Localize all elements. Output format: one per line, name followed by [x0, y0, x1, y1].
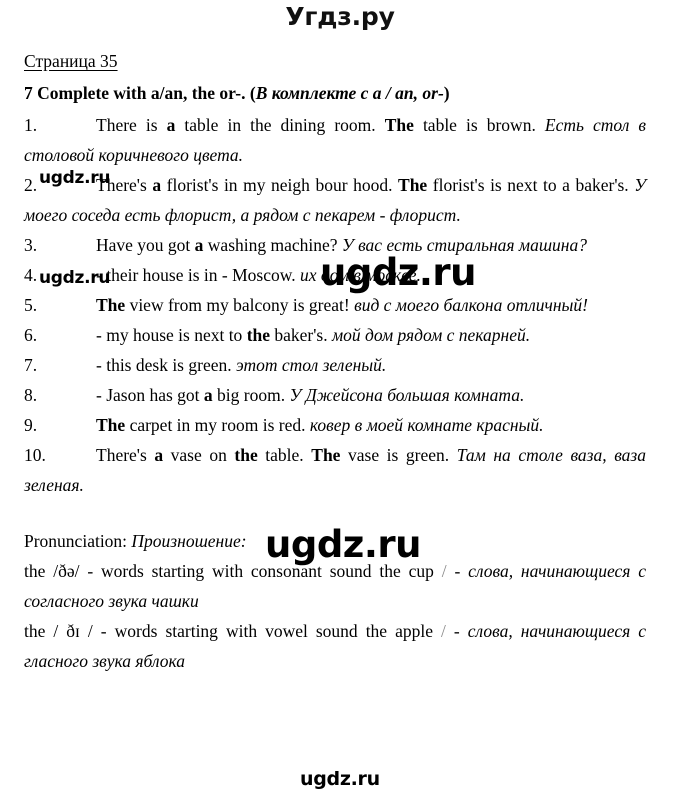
item-text-en: florist's is next to a baker's.	[427, 175, 635, 195]
worksheet-page: Угдз.ру Страница 35 7 Complete with a/an…	[0, 0, 680, 804]
item-text-en: baker's.	[270, 325, 332, 345]
task-title: 7 Complete with a/an, the or-. (В компле…	[24, 81, 646, 105]
item-answer: the	[246, 325, 271, 345]
exercise-item: 8. - Jason has got a big room. У Джейсона…	[24, 380, 646, 410]
item-translation-ru: этот стол зеленый.	[235, 355, 387, 375]
item-text-en: There's	[96, 175, 153, 195]
exercise-item: 10. There's a vase on the table. The vase…	[24, 440, 646, 500]
item-answer: The	[384, 115, 414, 135]
item-text-en: vase is green.	[340, 445, 457, 465]
exercise-item: 6. - my house is next to the baker's. мой…	[24, 320, 646, 350]
exercise-item: 3. Have you got a washing machine? У вас …	[24, 230, 646, 260]
item-text-en: big room.	[212, 385, 290, 405]
page-content: Страница 35 7 Complete with a/an, the or…	[24, 50, 646, 676]
site-logo: Угдз.ру	[285, 2, 395, 31]
pron-dash: -	[446, 561, 469, 581]
pronunciation-heading: Pronunciation: Произношение:	[24, 526, 646, 556]
item-text-en: Have you got	[96, 235, 195, 255]
item-text-en: view from my balcony is great!	[125, 295, 355, 315]
item-text-en: florist's in my neigh bour hood.	[161, 175, 399, 195]
pron-text-en: - words starting with consonant sound th…	[79, 561, 442, 581]
item-translation-ru: вид с моего балкона отличный!	[354, 295, 588, 315]
exercise-item: 4. - their house is in - Moscow. их дом в…	[24, 260, 646, 290]
item-translation-ru: их дом в москве.	[299, 265, 421, 285]
item-translation-ru: У Джейсона большая комната.	[289, 385, 525, 405]
item-translation-ru: мой дом рядом с пекарней.	[331, 325, 531, 345]
item-text-en: carpet in my room is red.	[125, 415, 310, 435]
item-answer: a	[152, 175, 162, 195]
item-text-en: - my house is next to	[96, 325, 247, 345]
item-text-en: table is brown.	[413, 115, 545, 135]
item-number: 9.	[24, 415, 38, 435]
item-text-en: - Jason has got	[96, 385, 204, 405]
item-number: 4.	[24, 265, 38, 285]
pron-text-en: the	[24, 561, 54, 581]
item-text-en: - their house is in - Moscow.	[96, 265, 300, 285]
item-answer: a	[154, 445, 164, 465]
item-number: 2.	[24, 175, 38, 195]
exercise-item: 1. There is a table in the dining room. T…	[24, 110, 646, 170]
pronunciation-label-en: Pronunciation:	[24, 531, 132, 551]
item-text-en: There's	[96, 445, 155, 465]
item-number: 7.	[24, 355, 38, 375]
item-number: 6.	[24, 325, 38, 345]
exercise-item: 2. There's a florist's in my neigh bour h…	[24, 170, 646, 230]
item-translation-ru: ковер в моей комнате красный.	[309, 415, 544, 435]
task-title-en: 7 Complete with a/an, the or-. (	[24, 83, 256, 103]
item-answer: The	[96, 295, 126, 315]
page-heading-wrapper: Страница 35	[24, 50, 646, 78]
pron-dash: -	[445, 621, 468, 641]
item-text-en: There is	[96, 115, 167, 135]
ipa-transcription: /ðə/	[53, 561, 80, 581]
item-answer: a	[203, 385, 213, 405]
exercise-item: 7. - this desk is green. этот стол зелены…	[24, 350, 646, 380]
pron-text-en: - words starting with vowel sound the ap…	[92, 621, 442, 641]
exercise-item: 5. The view from my balcony is great! вид…	[24, 290, 646, 320]
item-number: 1.	[24, 115, 38, 135]
pron-text-en: the	[24, 621, 54, 641]
item-answer: The	[398, 175, 428, 195]
item-text-en: table in the dining room.	[175, 115, 385, 135]
watermark-footer: ugdz.ru	[300, 768, 380, 790]
page-heading: Страница 35	[24, 51, 118, 71]
pronunciation-rule: the /ðə/ - words starting with consonant…	[24, 556, 646, 616]
ipa-transcription: / ðɪ /	[53, 621, 93, 641]
task-title-ru: В комплекте с a / an, or-	[255, 83, 444, 103]
exercise-item: 9. The carpet in my room is red. ковер в …	[24, 410, 646, 440]
pronunciation-rule: the / ðɪ / - words starting with vowel s…	[24, 616, 646, 676]
pronunciation-label-ru: Произношение:	[131, 531, 247, 551]
item-number: 8.	[24, 385, 38, 405]
item-answer: The	[311, 445, 341, 465]
item-text-en: washing machine?	[203, 235, 342, 255]
item-text-en: vase on	[163, 445, 235, 465]
item-number: 3.	[24, 235, 38, 255]
item-text-en: - this desk is green.	[96, 355, 236, 375]
item-text-en: table.	[257, 445, 312, 465]
item-answer: The	[96, 415, 126, 435]
item-number: 10.	[24, 445, 46, 465]
item-answer: the	[234, 445, 258, 465]
item-number: 5.	[24, 295, 38, 315]
task-title-close: )	[443, 83, 450, 103]
item-translation-ru: У вас есть стиральная машина?	[341, 235, 587, 255]
